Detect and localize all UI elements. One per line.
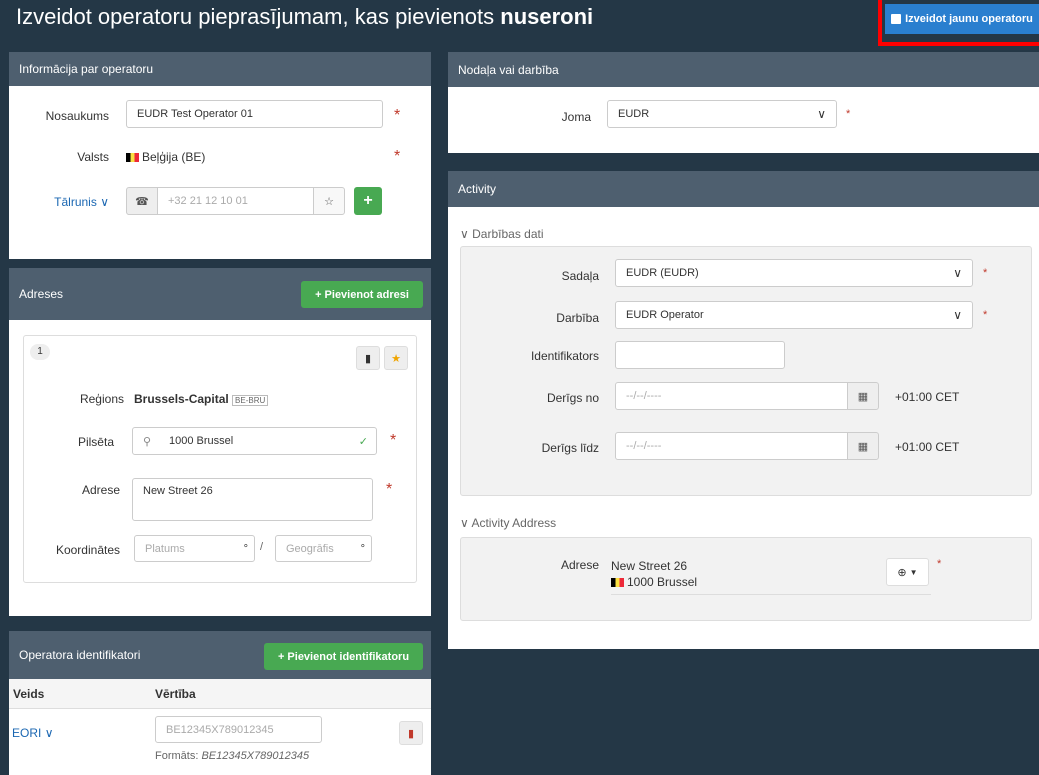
- division-header: Nodaļa vai darbība: [448, 52, 1039, 87]
- chevron-down-icon: ∨: [100, 195, 109, 209]
- region-value: Brussels-Capital BE-BRU: [134, 392, 269, 406]
- add-identifier-button[interactable]: + Pievienot identifikatoru: [264, 643, 423, 670]
- city-input[interactable]: ⚲ 1000 Brussel ✓: [132, 427, 377, 455]
- operator-info-panel: Informācija par operatoru Nosaukums EUDR…: [9, 52, 431, 259]
- identifier-type-dropdown[interactable]: EORI ∨: [12, 726, 53, 740]
- chevron-down-icon: ∨: [460, 516, 469, 530]
- valid-to-input[interactable]: --/--/----: [615, 432, 848, 460]
- region-label: Reģions: [79, 392, 124, 406]
- globe-icon: ⊕: [897, 566, 907, 579]
- required-mark: *: [983, 267, 988, 279]
- belgium-flag-icon: [611, 578, 624, 588]
- belgium-flag-icon: [126, 153, 139, 163]
- required-mark: *: [846, 108, 851, 120]
- coordinates-label: Koordinātes: [55, 543, 120, 557]
- country-value: Beļģija (BE): [126, 150, 205, 164]
- city-label: Pilsēta: [77, 435, 114, 449]
- identifier-value-input[interactable]: BE12345X789012345: [155, 716, 322, 743]
- latitude-input[interactable]: Platums °: [134, 535, 255, 562]
- valid-from-timezone: +01:00 CET: [895, 390, 960, 404]
- valid-to-label: Derīgs līdz: [541, 441, 599, 455]
- addresses-panel: Adreses + Pievienot adresi 1 ▮ ★ Reģions…: [9, 268, 431, 616]
- required-mark: *: [386, 481, 393, 498]
- add-phone-button[interactable]: +: [354, 187, 382, 215]
- valid-to-timezone: +01:00 CET: [895, 440, 960, 454]
- activity-header: Activity: [448, 171, 1039, 207]
- country-label: Valsts: [77, 150, 109, 164]
- section-select[interactable]: EUDR (EUDR) ∨: [615, 259, 973, 287]
- phone-icon: ☎: [126, 187, 158, 215]
- activity-address-section-toggle[interactable]: ∨ Activity Address: [460, 516, 556, 530]
- required-mark: *: [937, 558, 942, 570]
- trash-icon[interactable]: ▮: [356, 346, 380, 370]
- section-label: Sadaļa: [561, 269, 599, 283]
- identifiers-header: Operatora identifikatori + Pievienot ide…: [9, 631, 431, 679]
- col-value: Vērtība: [155, 687, 196, 701]
- domain-select[interactable]: EUDR ∨: [607, 100, 837, 128]
- name-input[interactable]: EUDR Test Operator 01: [126, 100, 383, 128]
- calendar-icon[interactable]: ▦: [847, 432, 879, 460]
- domain-label: Joma: [561, 110, 591, 124]
- required-mark: *: [983, 309, 988, 321]
- phone-type-dropdown[interactable]: Tālrunis ∨: [9, 195, 109, 209]
- identifiers-table-header: Veids Vērtība: [9, 679, 431, 709]
- longitude-input[interactable]: Geogrāfis °: [275, 535, 372, 562]
- activity-address-box: Adrese New Street 26 1000 Brussel ⊕ ▼ *: [460, 537, 1032, 621]
- save-icon: [891, 14, 902, 24]
- trash-icon[interactable]: ▮: [399, 721, 423, 745]
- caret-down-icon: ▼: [909, 567, 918, 577]
- address-label: Adrese: [81, 483, 120, 497]
- page-title: Izveidot operatoru pieprasījumam, kas pi…: [16, 4, 594, 29]
- required-mark: *: [394, 107, 401, 124]
- col-type: Veids: [13, 687, 45, 701]
- valid-from-label: Derīgs no: [546, 391, 599, 405]
- search-icon: ⚲: [143, 435, 152, 448]
- globe-dropdown-button[interactable]: ⊕ ▼: [886, 558, 929, 586]
- region-code-badge: BE-BRU: [232, 395, 269, 406]
- identifier-input[interactable]: [615, 341, 785, 369]
- activity-address-value: New Street 26 1000 Brussel: [611, 558, 931, 595]
- identifier-format-hint: Formāts: BE12345X789012345: [155, 750, 310, 762]
- action-label: Darbība: [556, 311, 599, 325]
- operator-info-header: Informācija par operatoru: [9, 52, 431, 86]
- chevron-down-icon: ∨: [817, 107, 826, 121]
- activity-panel: Activity ∨ Darbības dati Sadaļa EUDR (EU…: [448, 171, 1039, 649]
- chevron-down-icon: ∨: [953, 308, 962, 322]
- identifier-label: Identifikators: [530, 349, 599, 363]
- activity-data-box: Sadaļa EUDR (EUDR) ∨ * Darbība EUDR Oper…: [460, 246, 1032, 496]
- division-panel: Nodaļa vai darbība Joma EUDR ∨ *: [448, 52, 1039, 153]
- chevron-down-icon: ∨: [44, 726, 54, 740]
- check-icon: ✓: [358, 435, 368, 448]
- star-icon[interactable]: ☆: [313, 187, 345, 215]
- add-address-button[interactable]: + Pievienot adresi: [301, 281, 423, 308]
- activity-address-label: Adrese: [560, 558, 599, 572]
- valid-from-input[interactable]: --/--/----: [615, 382, 848, 410]
- required-mark: *: [390, 432, 397, 449]
- action-select[interactable]: EUDR Operator ∨: [615, 301, 973, 329]
- phone-input[interactable]: +32 21 12 10 01: [157, 187, 314, 215]
- required-mark: *: [394, 148, 401, 165]
- coordinate-separator: /: [260, 541, 264, 553]
- identifiers-panel: Operatora identifikatori + Pievienot ide…: [9, 631, 431, 775]
- address-card: 1 ▮ ★ Reģions Brussels-Capital BE-BRU Pi…: [23, 335, 417, 583]
- addresses-header: Adreses + Pievienot adresi: [9, 268, 431, 320]
- name-label: Nosaukums: [45, 109, 109, 123]
- chevron-down-icon: ∨: [953, 266, 962, 280]
- address-index-badge: 1: [30, 344, 50, 360]
- address-textarea[interactable]: New Street 26: [132, 478, 373, 521]
- calendar-icon[interactable]: ▦: [847, 382, 879, 410]
- star-icon[interactable]: ★: [384, 346, 408, 370]
- chevron-down-icon: ∨: [460, 227, 469, 241]
- activity-data-section-toggle[interactable]: ∨ Darbības dati: [460, 227, 544, 241]
- create-operator-button[interactable]: Izveidot jaunu operatoru: [885, 4, 1039, 34]
